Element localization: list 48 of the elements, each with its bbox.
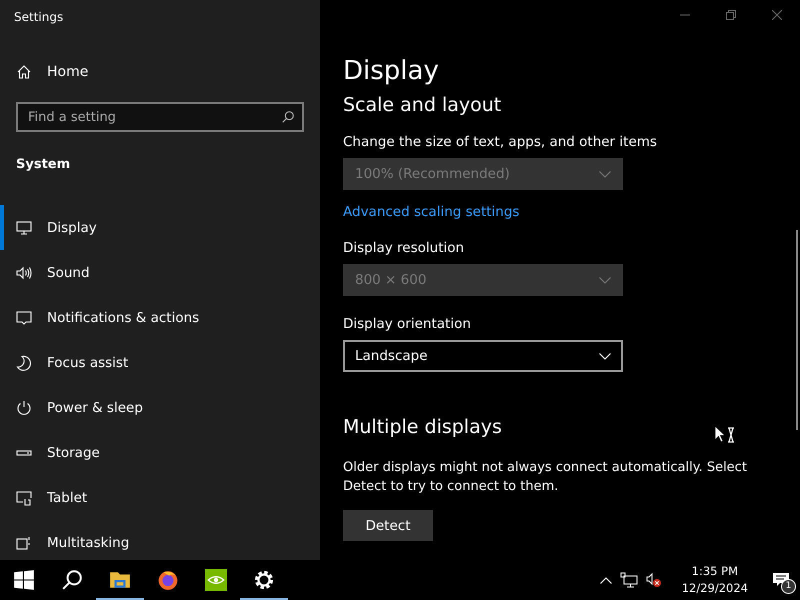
eye-logo-icon: [205, 569, 227, 591]
sidebar-item[interactable]: Focus assist: [0, 340, 320, 385]
search-icon: [61, 569, 83, 591]
restore-icon[interactable]: [726, 10, 736, 20]
detect-button[interactable]: Detect: [343, 510, 433, 541]
multitasking-icon: [16, 534, 32, 550]
field-label: Display orientation: [343, 316, 471, 332]
notifications-icon: [16, 310, 32, 326]
tablet-icon: [16, 490, 32, 506]
sidebar-item[interactable]: Tablet: [0, 475, 320, 520]
section-heading: Multiple displays: [343, 416, 502, 438]
chevron-down-icon: [599, 352, 611, 360]
moon-icon: [16, 354, 32, 370]
muted-speaker-icon[interactable]: [646, 572, 664, 588]
section-heading: Scale and layout: [343, 94, 502, 116]
browser-icon: [157, 569, 179, 591]
clock[interactable]: 1:35 PM 12/29/2024: [672, 563, 758, 597]
search-icon: [281, 110, 295, 124]
sidebar-item[interactable]: Notifications & actions: [0, 295, 320, 340]
description-text: Older displays might not always connect automatically. Select Detect to try to connect to them.: [343, 459, 748, 496]
advanced-scaling-link[interactable]: Advanced scaling settings: [343, 204, 520, 220]
chevron-up-icon[interactable]: [600, 576, 612, 584]
scrollbar[interactable]: [796, 230, 798, 430]
sidebar-item[interactable]: Power & sleep: [0, 385, 320, 430]
sidebar-item[interactable]: Storage: [0, 430, 320, 475]
home-icon: [16, 64, 32, 80]
notification-badge: 1: [781, 579, 796, 594]
sound-icon: [16, 264, 32, 280]
display-icon: [16, 220, 32, 236]
close-icon[interactable]: [772, 10, 782, 20]
power-icon: [16, 400, 32, 416]
sidebar-item[interactable]: Sound: [0, 250, 320, 295]
section-heading: System: [16, 157, 70, 172]
page-title: Display: [343, 56, 439, 88]
field-label: Change the size of text, apps, and other items: [343, 134, 657, 150]
busy-cursor-icon: [714, 425, 736, 445]
search-field[interactable]: Find a setting: [16, 102, 304, 132]
sidebar-item[interactable]: Multitasking: [0, 520, 320, 560]
chevron-down-icon: [599, 276, 611, 284]
dropdown[interactable]: Landscape: [343, 340, 623, 372]
network-icon[interactable]: [620, 572, 638, 588]
field-label: Display resolution: [343, 240, 464, 256]
window-title: Settings: [13, 9, 64, 24]
home-link[interactable]: Home: [16, 64, 88, 80]
windows-icon: [13, 569, 35, 591]
action-center-button[interactable]: 1: [766, 565, 796, 595]
chevron-down-icon: [599, 170, 611, 178]
settings-icon: [253, 569, 275, 591]
